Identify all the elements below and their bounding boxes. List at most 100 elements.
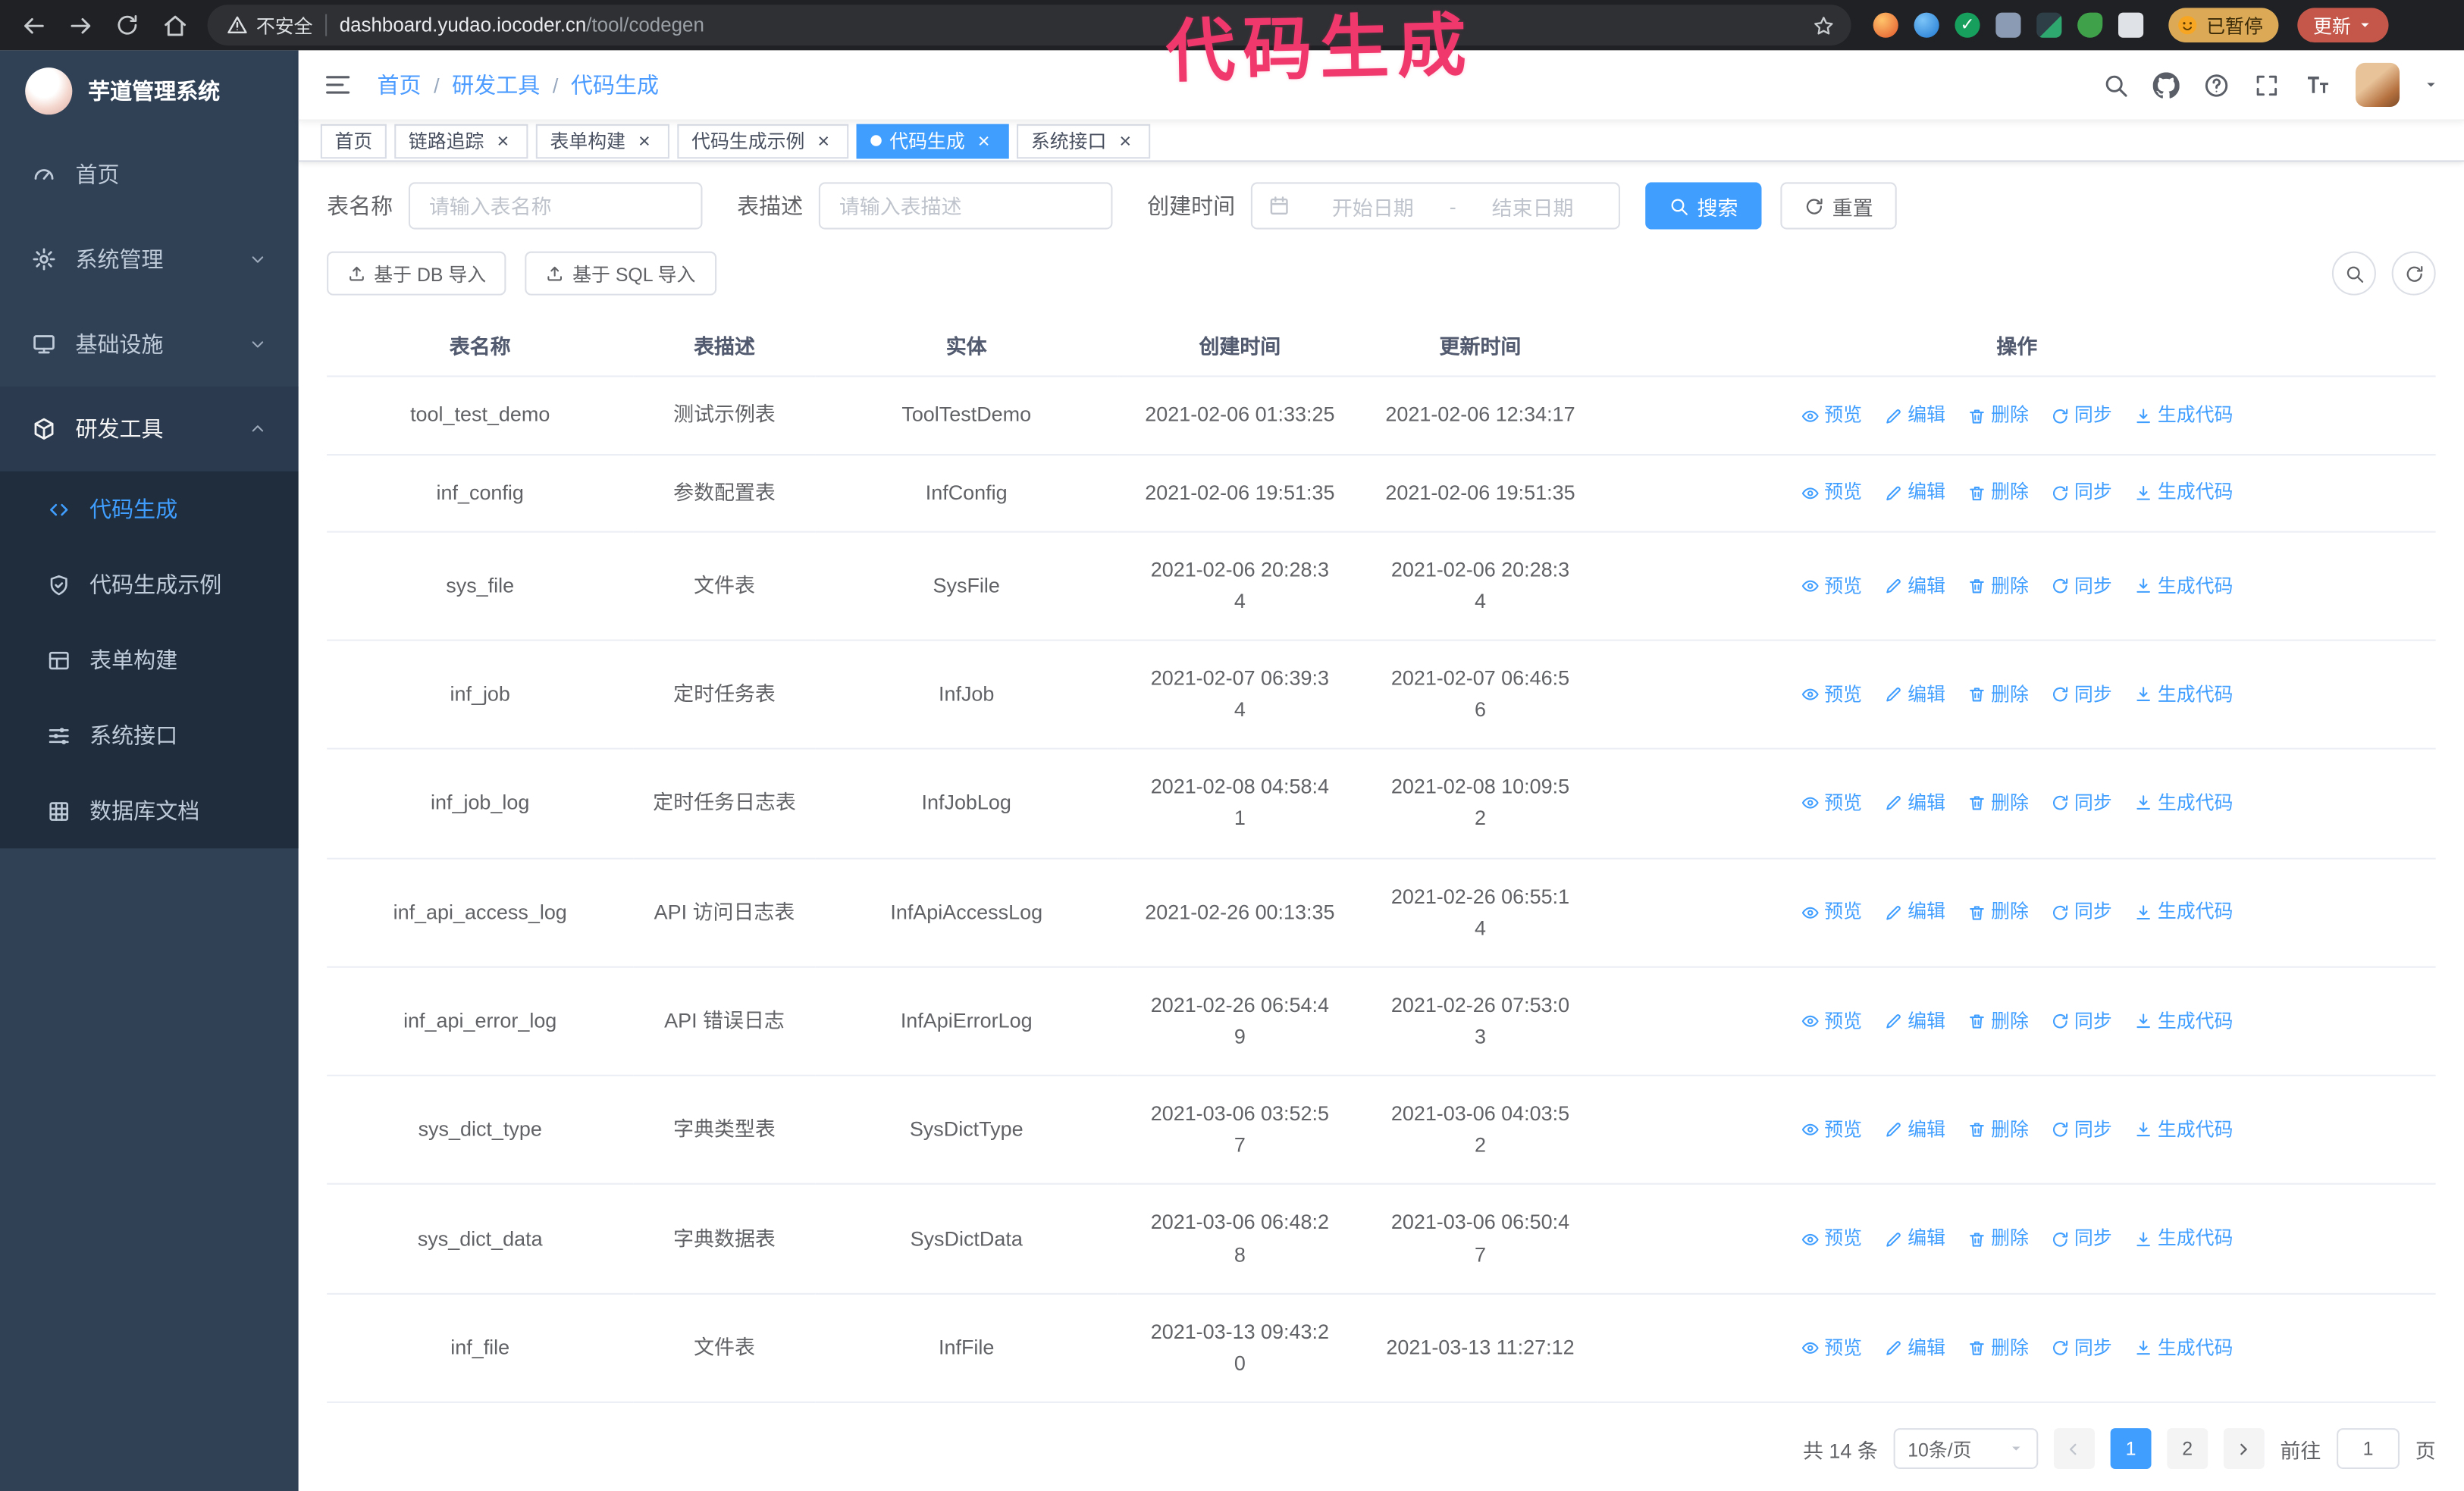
page-button[interactable]: 1 xyxy=(2110,1428,2152,1469)
sidebar-subitem[interactable]: 表单构建 xyxy=(0,622,299,697)
close-icon[interactable] xyxy=(973,130,995,152)
preview-link[interactable]: 预览 xyxy=(1801,1333,1862,1363)
people-icon[interactable] xyxy=(1995,12,2021,38)
preview-link[interactable]: 预览 xyxy=(1801,1116,1862,1145)
close-icon[interactable] xyxy=(633,130,655,152)
sidebar-subitem[interactable]: 代码生成示例 xyxy=(0,547,299,622)
sidebar-item[interactable]: 系统管理 xyxy=(0,217,299,302)
breadcrumb-item[interactable]: 代码生成 xyxy=(571,69,659,100)
delete-link[interactable]: 删除 xyxy=(1967,401,2029,431)
edit-link[interactable]: 编辑 xyxy=(1884,1224,1945,1254)
edit-link[interactable]: 编辑 xyxy=(1884,1333,1945,1363)
next-page-button[interactable] xyxy=(2223,1428,2265,1469)
generate-code-link[interactable]: 生成代码 xyxy=(2134,789,2233,819)
edit-link[interactable]: 编辑 xyxy=(1884,1116,1945,1145)
generate-code-link[interactable]: 生成代码 xyxy=(2134,478,2233,508)
table-name-input[interactable] xyxy=(408,183,703,230)
delete-link[interactable]: 删除 xyxy=(1967,1224,2029,1254)
home-icon[interactable] xyxy=(154,5,195,45)
refresh-table-button[interactable] xyxy=(2391,252,2436,296)
github-icon[interactable] xyxy=(2153,72,2180,99)
delete-link[interactable]: 删除 xyxy=(1967,1333,2029,1363)
sync-link[interactable]: 同步 xyxy=(2051,478,2112,508)
import-db-button[interactable]: 基于 DB 导入 xyxy=(327,252,507,296)
fox-icon[interactable] xyxy=(1873,12,1898,38)
tab[interactable]: 链路追踪 xyxy=(394,124,528,159)
fullscreen-icon[interactable] xyxy=(2253,72,2280,99)
delete-link[interactable]: 删除 xyxy=(1967,572,2029,601)
sidebar-item[interactable]: 研发工具 xyxy=(0,386,299,471)
generate-code-link[interactable]: 生成代码 xyxy=(2134,401,2233,431)
table-desc-input[interactable] xyxy=(818,183,1113,230)
close-icon[interactable] xyxy=(813,130,835,152)
preview-link[interactable]: 预览 xyxy=(1801,680,1862,709)
edit-link[interactable]: 编辑 xyxy=(1884,789,1945,819)
back-icon[interactable] xyxy=(13,5,54,45)
update-button[interactable]: 更新 xyxy=(2297,8,2389,42)
delete-link[interactable]: 删除 xyxy=(1967,897,2029,927)
font-size-icon[interactable] xyxy=(2304,71,2332,99)
avatar[interactable] xyxy=(2355,63,2400,108)
preview-link[interactable]: 预览 xyxy=(1801,1224,1862,1254)
start-date-placeholder[interactable]: 开始日期 xyxy=(1303,192,1443,221)
close-icon[interactable] xyxy=(1114,130,1136,152)
reload-icon[interactable] xyxy=(107,5,148,45)
edit-link[interactable]: 编辑 xyxy=(1884,478,1945,508)
address-bar[interactable]: 不安全 dashboard.yudao.iocoder.cn/tool/code… xyxy=(207,5,1851,46)
container-icon[interactable] xyxy=(2036,12,2062,38)
edit-link[interactable]: 编辑 xyxy=(1884,1007,1945,1036)
tab[interactable]: 系统接口 xyxy=(1017,124,1151,159)
import-sql-button[interactable]: 基于 SQL 导入 xyxy=(525,252,716,296)
date-range-picker[interactable]: 开始日期 - 结束日期 xyxy=(1250,183,1620,230)
page-size-select[interactable]: 10条/页 xyxy=(1893,1428,2039,1469)
sync-link[interactable]: 同步 xyxy=(2051,1116,2112,1145)
sync-link[interactable]: 同步 xyxy=(2051,1007,2112,1036)
puzzle-icon[interactable] xyxy=(2118,12,2144,38)
tab[interactable]: 代码生成示例 xyxy=(677,124,849,159)
sync-link[interactable]: 同步 xyxy=(2051,401,2112,431)
preview-link[interactable]: 预览 xyxy=(1801,1007,1862,1036)
sync-link[interactable]: 同步 xyxy=(2051,572,2112,601)
preview-link[interactable]: 预览 xyxy=(1801,897,1862,927)
delete-link[interactable]: 删除 xyxy=(1967,1007,2029,1036)
generate-code-link[interactable]: 生成代码 xyxy=(2134,1116,2233,1145)
edit-link[interactable]: 编辑 xyxy=(1884,680,1945,709)
breadcrumb-item[interactable]: 研发工具 xyxy=(452,69,540,100)
generate-code-link[interactable]: 生成代码 xyxy=(2134,897,2233,927)
sidebar-subitem[interactable]: 代码生成 xyxy=(0,471,299,547)
hamburger-icon[interactable] xyxy=(324,71,352,99)
sidebar-item[interactable]: 基础设施 xyxy=(0,302,299,387)
forward-icon[interactable] xyxy=(60,5,101,45)
generate-code-link[interactable]: 生成代码 xyxy=(2134,1007,2233,1036)
paused-extension-badge[interactable]: 已暂停 xyxy=(2168,8,2279,42)
search-icon[interactable] xyxy=(2102,72,2129,99)
sync-link[interactable]: 同步 xyxy=(2051,789,2112,819)
sync-link[interactable]: 同步 xyxy=(2051,1333,2112,1363)
breadcrumb-item[interactable]: 首页 xyxy=(377,69,421,100)
bookmark-star-icon[interactable] xyxy=(1804,14,1842,37)
preview-link[interactable]: 预览 xyxy=(1801,401,1862,431)
generate-code-link[interactable]: 生成代码 xyxy=(2134,572,2233,601)
edit-link[interactable]: 编辑 xyxy=(1884,401,1945,431)
delete-link[interactable]: 删除 xyxy=(1967,1116,2029,1145)
generate-code-link[interactable]: 生成代码 xyxy=(2134,1224,2233,1254)
tab[interactable]: 首页 xyxy=(320,124,387,159)
delete-link[interactable]: 删除 xyxy=(1967,789,2029,819)
sidebar-subitem[interactable]: 数据库文档 xyxy=(0,773,299,848)
app-logo[interactable]: 芋道管理系统 xyxy=(0,50,299,132)
tab[interactable]: 表单构建 xyxy=(535,124,670,159)
end-date-placeholder[interactable]: 结束日期 xyxy=(1462,192,1603,221)
preview-link[interactable]: 预览 xyxy=(1801,572,1862,601)
preview-link[interactable]: 预览 xyxy=(1801,478,1862,508)
sync-link[interactable]: 同步 xyxy=(2051,1224,2112,1254)
delete-link[interactable]: 删除 xyxy=(1967,478,2029,508)
edit-link[interactable]: 编辑 xyxy=(1884,897,1945,927)
page-button[interactable]: 2 xyxy=(2167,1428,2209,1469)
preview-link[interactable]: 预览 xyxy=(1801,789,1862,819)
sync-link[interactable]: 同步 xyxy=(2051,680,2112,709)
chevron-down-icon[interactable] xyxy=(2423,77,2439,93)
sync-link[interactable]: 同步 xyxy=(2051,897,2112,927)
close-icon[interactable] xyxy=(492,130,514,152)
toggle-search-button[interactable] xyxy=(2331,252,2376,296)
reset-button[interactable]: 重置 xyxy=(1780,183,1897,230)
